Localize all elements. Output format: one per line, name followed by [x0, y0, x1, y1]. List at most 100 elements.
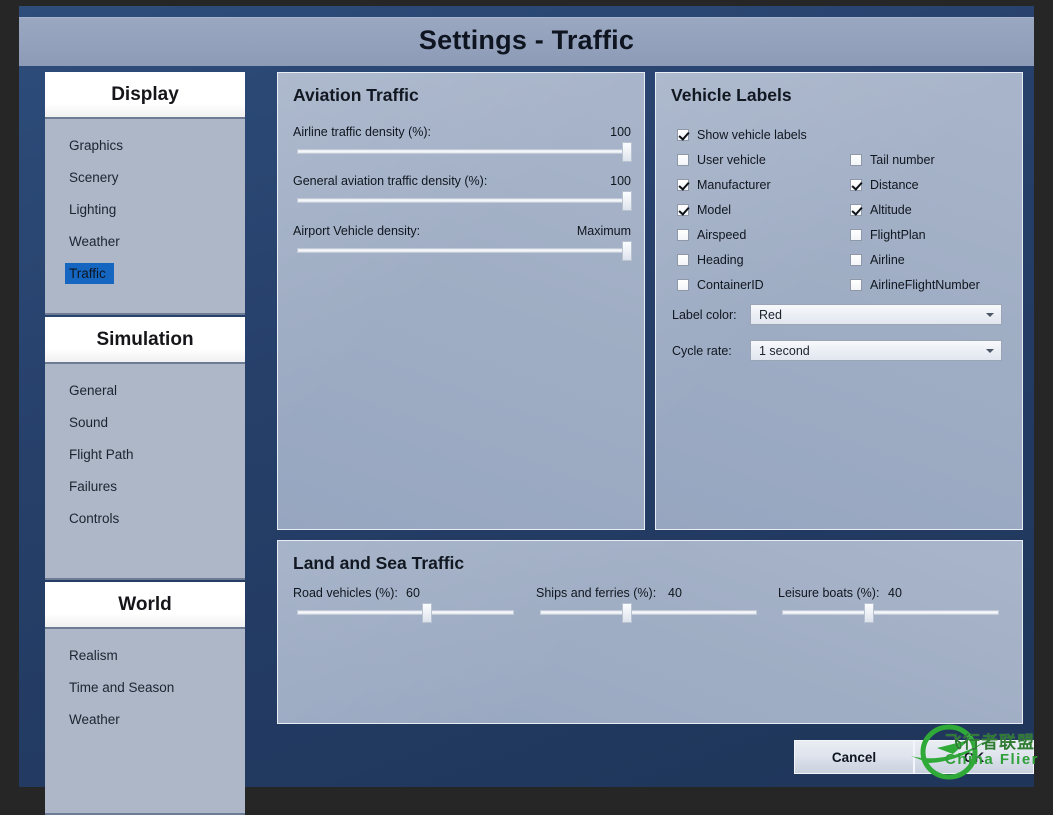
slider-track[interactable]	[540, 610, 757, 615]
sidebar-header-simulation: Simulation	[45, 317, 245, 364]
checkbox-airlineflightnumber[interactable]: AirlineFlightNumber	[850, 278, 980, 292]
slider-label: Road vehicles (%):	[293, 586, 398, 600]
slider-label: Airline traffic density (%):	[293, 125, 432, 139]
sidebar-item-realism[interactable]: Realism	[45, 639, 245, 671]
checkbox-label: Show vehicle labels	[697, 128, 807, 142]
sidebar-item-label: General	[69, 382, 118, 398]
sidebar-group-simulation: Simulation General Sound Flight Path Fai…	[45, 317, 245, 580]
checkbox-label: Altitude	[870, 203, 912, 217]
sidebar-item-label: Flight Path	[69, 446, 134, 462]
checkbox-airline[interactable]: Airline	[850, 253, 905, 267]
checkbox-label: User vehicle	[697, 153, 766, 167]
sidebar-item-weather[interactable]: Weather	[45, 225, 245, 257]
slider-thumb[interactable]	[622, 241, 632, 261]
slider-value: 40	[668, 586, 682, 600]
slider-thumb[interactable]	[422, 603, 433, 623]
sidebar-item-label: Controls	[69, 510, 120, 526]
checkbox-altitude[interactable]: Altitude	[850, 203, 912, 217]
checkbox-box[interactable]	[677, 179, 689, 191]
select-value: Red	[759, 307, 782, 322]
sidebar-item-label: Failures	[69, 478, 118, 494]
checkbox-box[interactable]	[677, 254, 689, 266]
slider-track[interactable]	[297, 610, 514, 615]
checkbox-box[interactable]	[677, 229, 689, 241]
checkbox-box[interactable]	[677, 204, 689, 216]
sidebar-item-lighting[interactable]: Lighting	[45, 193, 245, 225]
checkbox-distance[interactable]: Distance	[850, 178, 919, 192]
checkbox-label: Model	[697, 203, 732, 217]
sidebar-item-label: Scenery	[69, 169, 119, 185]
select-label: Cycle rate:	[672, 343, 732, 358]
select-row-label-color: Label color: Red	[672, 304, 1008, 325]
checkbox-heading[interactable]: Heading	[677, 253, 744, 267]
ok-button-label: OK	[963, 749, 985, 765]
slider-value: 40	[888, 586, 902, 600]
sidebar-item-label: Sound	[69, 414, 109, 430]
slider-track[interactable]	[297, 149, 627, 154]
slider-value: 60	[406, 586, 420, 600]
slider-label: Airport Vehicle density:	[293, 224, 421, 238]
sidebar-item-label: Weather	[69, 233, 120, 249]
sidebar-item-scenery[interactable]: Scenery	[45, 161, 245, 193]
slider-thumb[interactable]	[622, 191, 632, 211]
checkbox-containerid[interactable]: ContainerID	[677, 278, 764, 292]
checkbox-box[interactable]	[850, 154, 862, 166]
checkbox-box[interactable]	[850, 229, 862, 241]
sidebar-item-flight-path[interactable]: Flight Path	[45, 438, 245, 470]
chevron-down-icon	[986, 348, 994, 353]
select-value: 1 second	[759, 343, 810, 358]
checkbox-tail-number[interactable]: Tail number	[850, 153, 935, 167]
slider-thumb[interactable]	[863, 603, 874, 623]
sidebar-item-controls[interactable]: Controls	[45, 502, 245, 534]
checkbox-box[interactable]	[850, 254, 862, 266]
sidebar-item-time-and-season[interactable]: Time and Season	[45, 671, 245, 703]
slider-thumb[interactable]	[621, 603, 632, 623]
checkbox-show-vehicle-labels[interactable]: Show vehicle labels	[677, 128, 807, 142]
checkbox-box[interactable]	[850, 179, 862, 191]
sidebar-list-display: Graphics Scenery Lighting Weather Traffi…	[45, 119, 245, 315]
slider-track[interactable]	[297, 248, 627, 253]
slider-value: 100	[610, 174, 631, 188]
slider-label: Leisure boats (%):	[778, 586, 880, 600]
sidebar-item-general[interactable]: General	[45, 374, 245, 406]
checkbox-label: Manufacturer	[697, 178, 771, 192]
cancel-button[interactable]: Cancel	[794, 740, 914, 774]
select-label-color[interactable]: Red	[750, 304, 1002, 325]
panel-vehicle-labels: Vehicle Labels Show vehicle labels User …	[655, 72, 1023, 530]
sidebar-item-label: Weather	[69, 711, 120, 727]
sidebar-item-failures[interactable]: Failures	[45, 470, 245, 502]
checkbox-box[interactable]	[677, 154, 689, 166]
checkbox-box[interactable]	[677, 129, 689, 141]
checkbox-box[interactable]	[850, 279, 862, 291]
sidebar-item-traffic[interactable]: Traffic	[45, 257, 245, 289]
select-label: Label color:	[672, 307, 737, 322]
sidebar-item-graphics[interactable]: Graphics	[45, 129, 245, 161]
sidebar-item-label: Traffic	[65, 262, 114, 284]
slider-thumb[interactable]	[622, 142, 632, 162]
sidebar-header-world: World	[45, 582, 245, 629]
select-row-cycle-rate: Cycle rate: 1 second	[672, 340, 1008, 361]
page-title: Settings - Traffic	[418, 25, 635, 55]
checkbox-flightplan[interactable]: FlightPlan	[850, 228, 926, 242]
ok-button[interactable]: OK	[914, 740, 1034, 774]
slider-track[interactable]	[782, 610, 999, 615]
sidebar-item-sound[interactable]: Sound	[45, 406, 245, 438]
slider-value: 100	[610, 125, 631, 139]
checkbox-airspeed[interactable]: Airspeed	[677, 228, 746, 242]
checkbox-user-vehicle[interactable]: User vehicle	[677, 153, 766, 167]
sidebar-item-label: Lighting	[69, 201, 117, 217]
panel-title-aviation: Aviation Traffic	[293, 85, 419, 105]
cancel-button-label: Cancel	[831, 749, 877, 765]
sidebar-item-weather-world[interactable]: Weather	[45, 703, 245, 735]
checkbox-label: ContainerID	[697, 278, 764, 292]
checkbox-label: Distance	[870, 178, 919, 192]
checkbox-model[interactable]: Model	[677, 203, 731, 217]
checkbox-box[interactable]	[677, 279, 689, 291]
checkbox-box[interactable]	[850, 204, 862, 216]
slider-track[interactable]	[297, 198, 627, 203]
panel-land-and-sea-traffic: Land and Sea Traffic Road vehicles (%): …	[277, 540, 1023, 724]
select-cycle-rate[interactable]: 1 second	[750, 340, 1002, 361]
checkbox-manufacturer[interactable]: Manufacturer	[677, 178, 771, 192]
title-bar: Settings - Traffic	[19, 17, 1034, 66]
checkbox-label: Tail number	[870, 153, 935, 167]
